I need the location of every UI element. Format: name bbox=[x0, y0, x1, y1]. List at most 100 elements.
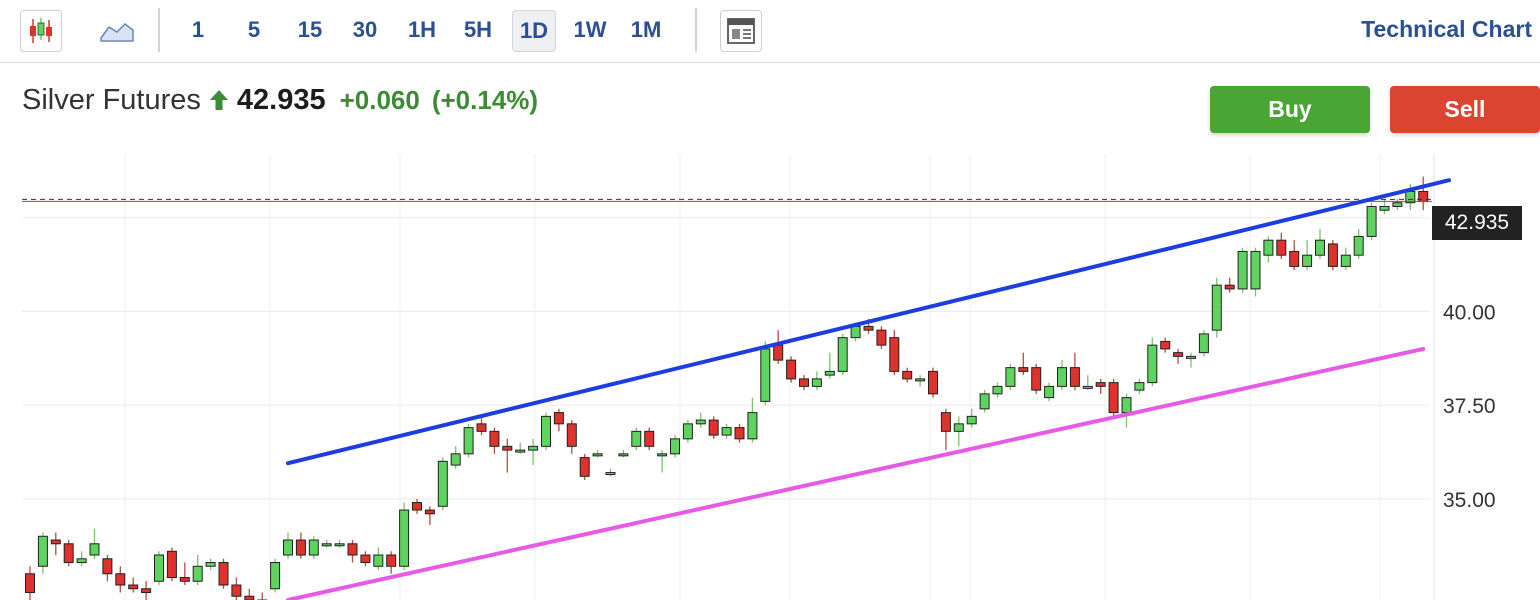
candle-body bbox=[1224, 284, 1235, 290]
candle bbox=[760, 341, 771, 406]
technical-chart-link[interactable]: Technical Chart bbox=[1361, 16, 1532, 43]
candle bbox=[412, 498, 422, 514]
candle-body bbox=[799, 378, 809, 387]
candle-body bbox=[1031, 367, 1042, 391]
interval-1[interactable]: 1 bbox=[180, 10, 216, 50]
lower-trendline bbox=[286, 346, 1426, 600]
candles bbox=[25, 176, 1429, 600]
candle bbox=[115, 566, 126, 593]
candle bbox=[1108, 378, 1119, 417]
candle bbox=[734, 423, 745, 443]
candle-body bbox=[979, 393, 990, 410]
candle bbox=[37, 532, 48, 574]
interval-1w[interactable]: 1W bbox=[568, 10, 612, 50]
candle-body bbox=[992, 385, 1003, 395]
candle-body bbox=[37, 535, 48, 567]
candle bbox=[218, 558, 229, 589]
candle-body bbox=[566, 423, 577, 447]
candle bbox=[708, 416, 719, 439]
candle bbox=[1173, 348, 1184, 364]
candle-body bbox=[515, 449, 526, 453]
candle-body bbox=[283, 539, 293, 556]
interval-1m[interactable]: 1M bbox=[624, 10, 668, 50]
candlestick-icon[interactable] bbox=[20, 10, 62, 52]
candle-body bbox=[89, 543, 100, 556]
candle bbox=[1160, 337, 1171, 353]
candle bbox=[270, 558, 281, 593]
candle bbox=[1082, 375, 1093, 391]
interval-15[interactable]: 15 bbox=[290, 10, 330, 50]
interval-30[interactable]: 30 bbox=[345, 10, 385, 50]
candle-body bbox=[850, 325, 861, 339]
candle bbox=[1237, 247, 1248, 293]
candle bbox=[308, 536, 319, 559]
candle bbox=[1224, 277, 1235, 293]
candle-body bbox=[915, 378, 926, 382]
candle bbox=[179, 562, 190, 586]
candle bbox=[928, 367, 938, 398]
area-chart-icon[interactable] bbox=[96, 10, 138, 50]
candle-body bbox=[205, 562, 216, 567]
candle-body bbox=[579, 457, 590, 477]
candle-body bbox=[618, 453, 629, 457]
candle bbox=[979, 390, 990, 413]
candle bbox=[515, 442, 526, 454]
chart-grid bbox=[22, 154, 1435, 600]
candle bbox=[1031, 363, 1042, 394]
candle-body bbox=[528, 445, 539, 451]
candle bbox=[953, 416, 964, 447]
candle bbox=[476, 416, 487, 436]
candle-body bbox=[334, 543, 345, 547]
candle-body bbox=[1108, 382, 1119, 414]
candle bbox=[541, 412, 551, 451]
candle bbox=[747, 397, 758, 443]
candle-body bbox=[1340, 254, 1351, 267]
candle bbox=[257, 592, 268, 600]
interval-1h[interactable]: 1H bbox=[402, 10, 442, 50]
interval-5h[interactable]: 5H bbox=[456, 10, 500, 50]
candle bbox=[992, 382, 1003, 398]
candle bbox=[605, 468, 616, 477]
candle bbox=[1121, 393, 1132, 428]
candle-body bbox=[218, 562, 229, 586]
candle-body bbox=[128, 584, 139, 590]
candle bbox=[154, 551, 164, 586]
candle bbox=[450, 446, 461, 469]
candle bbox=[837, 333, 848, 376]
candle bbox=[682, 420, 693, 443]
candle bbox=[1005, 363, 1016, 391]
candle-body bbox=[1121, 397, 1132, 414]
candle-body bbox=[399, 509, 410, 567]
candle bbox=[166, 547, 177, 582]
candle bbox=[1366, 202, 1377, 241]
candle bbox=[89, 528, 100, 559]
candle bbox=[1340, 247, 1351, 271]
interval-5[interactable]: 5 bbox=[236, 10, 272, 50]
candle-body bbox=[1289, 250, 1300, 267]
candle-body bbox=[1366, 205, 1377, 237]
candle bbox=[244, 588, 255, 600]
y-axis-labels: 35.0037.5040.0042.50 bbox=[1443, 208, 1496, 512]
candle-body bbox=[50, 539, 61, 545]
candle bbox=[1418, 176, 1429, 211]
candle bbox=[1353, 228, 1364, 259]
candle-body bbox=[592, 453, 603, 457]
candle bbox=[424, 506, 435, 526]
layout-icon[interactable] bbox=[720, 10, 762, 52]
candle-body bbox=[166, 550, 177, 579]
candle bbox=[618, 450, 629, 458]
candle bbox=[902, 367, 913, 383]
candle bbox=[25, 566, 35, 600]
candle-body bbox=[192, 565, 203, 582]
interval-1d[interactable]: 1D bbox=[512, 10, 556, 52]
candle-body bbox=[360, 554, 371, 564]
candle bbox=[334, 540, 345, 548]
candle bbox=[463, 423, 474, 458]
candle-body bbox=[670, 438, 680, 455]
candle bbox=[1147, 337, 1158, 387]
candle bbox=[102, 555, 113, 582]
candle bbox=[192, 555, 203, 586]
candle-body bbox=[541, 415, 551, 447]
candle bbox=[799, 375, 809, 391]
candle bbox=[1276, 232, 1287, 259]
